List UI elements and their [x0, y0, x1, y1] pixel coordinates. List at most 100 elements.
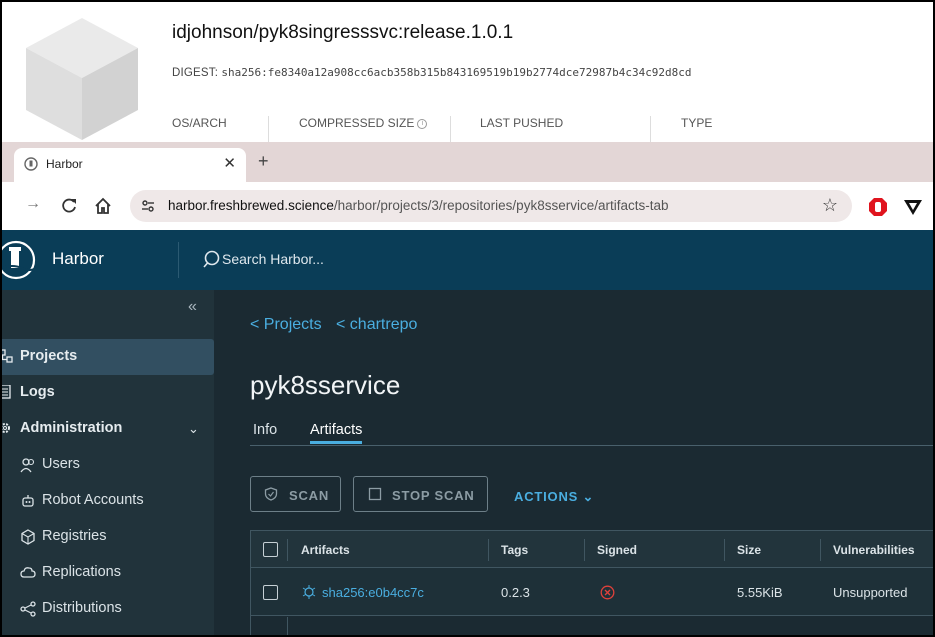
tab-title: Harbor	[46, 157, 83, 171]
sidebar-item-distributions[interactable]: Distributions	[2, 591, 214, 627]
screenshot-frame: idjohnson/pyk8singresssvc:release.1.0.1 …	[0, 0, 935, 637]
meta-divider	[268, 116, 269, 144]
table-header: Artifacts Tags Signed Size Vulnerabiliti…	[251, 531, 933, 568]
column-divider	[820, 539, 821, 561]
meta-compressed-size: COMPRESSED SIZE i	[299, 116, 428, 144]
shield-icon	[264, 487, 278, 501]
users-icon	[20, 458, 35, 473]
search-icon	[203, 250, 220, 268]
sidebar-item-label: Registries	[42, 528, 107, 544]
tab-info[interactable]: Info	[253, 422, 277, 438]
column-divider	[584, 539, 585, 561]
sidebar-item-administration[interactable]: Administration ⌄	[2, 411, 214, 447]
column-header-size[interactable]: Size	[737, 543, 761, 557]
sidebar-item-label: Robot Accounts	[42, 492, 144, 508]
sidebar-item-label: Users	[42, 456, 80, 472]
global-search-input[interactable]: Search Harbor...	[222, 251, 422, 267]
vpn-extension-icon[interactable]	[903, 197, 923, 217]
harbor-logo-icon[interactable]	[2, 238, 40, 282]
sidebar-item-users[interactable]: Users	[2, 447, 214, 483]
digest-label: DIGEST:	[172, 67, 219, 79]
chevron-down-icon[interactable]: ⌄	[188, 421, 199, 437]
info-icon[interactable]: i	[417, 119, 428, 129]
column-divider	[287, 617, 288, 635]
forward-arrow-icon[interactable]: →	[22, 195, 44, 217]
sidebar-item-label: Administration	[20, 420, 123, 436]
stop-scan-button[interactable]: STOP SCAN	[353, 476, 488, 512]
select-all-checkbox[interactable]	[263, 542, 278, 557]
administration-gear-icon	[2, 423, 10, 433]
scan-button-label: SCAN	[289, 488, 330, 503]
artifact-tags: 0.2.3	[501, 585, 530, 600]
column-header-tags[interactable]: Tags	[501, 543, 528, 557]
artifact-meta-row: OS/ARCH COMPRESSED SIZE i LAST PUSHED TYP…	[172, 116, 932, 144]
close-tab-icon[interactable]: ✕	[223, 154, 236, 172]
column-header-signed[interactable]: Signed	[597, 543, 637, 557]
sidebar-item-robot-accounts[interactable]: Robot Accounts	[2, 483, 214, 519]
collapse-sidebar-icon[interactable]: «	[188, 298, 197, 316]
artifact-detail-panel: idjohnson/pyk8singresssvc:release.1.0.1 …	[2, 2, 933, 144]
row-checkbox[interactable]	[263, 585, 278, 600]
helm-chart-icon	[302, 585, 316, 599]
url-path: /harbor/projects/3/repositories/pyk8sser…	[333, 198, 669, 213]
url-text: harbor.freshbrewed.science/harbor/projec…	[168, 198, 668, 213]
sidebar-item-label: Replications	[42, 564, 121, 580]
breadcrumb-projects[interactable]: < Projects	[250, 316, 322, 334]
column-header-vulnerabilities[interactable]: Vulnerabilities	[833, 543, 915, 557]
table-row	[251, 617, 933, 635]
digest-value: sha256:fe8340a12a908cc6acb358b315b843169…	[221, 66, 692, 79]
artifact-digest: DIGEST: sha256:fe8340a12a908cc6acb358b31…	[172, 66, 692, 79]
tab-artifacts[interactable]: Artifacts	[310, 422, 363, 444]
table-row[interactable]: sha256:e0b4cc7c 0.2.3 5.55KiB Unsupporte…	[251, 568, 933, 616]
column-header-artifacts[interactable]: Artifacts	[301, 543, 350, 557]
url-host: harbor.freshbrewed.science	[168, 198, 334, 213]
projects-icon	[2, 349, 13, 363]
harbor-header: Harbor Search Harbor...	[2, 230, 933, 290]
meta-os-arch: OS/ARCH	[172, 116, 227, 130]
breadcrumb-chartrepo[interactable]: < chartrepo	[336, 316, 417, 334]
column-divider	[724, 539, 725, 561]
harbor-body: « Projects Logs Administration ⌄ Users R…	[2, 290, 933, 635]
sidebar: « Projects Logs Administration ⌄ Users R…	[2, 290, 214, 635]
artifacts-table: Artifacts Tags Signed Size Vulnerabiliti…	[250, 530, 933, 635]
meta-divider	[450, 116, 451, 144]
new-tab-icon[interactable]: +	[258, 151, 269, 172]
address-bar[interactable]: harbor.freshbrewed.science/harbor/projec…	[130, 190, 852, 222]
harbor-favicon-icon	[24, 157, 38, 171]
robot-icon	[22, 495, 34, 507]
distributions-share-icon	[20, 601, 36, 617]
header-divider	[178, 242, 179, 278]
registries-icon	[21, 529, 35, 545]
home-icon[interactable]	[92, 195, 114, 217]
unsigned-error-icon	[600, 585, 615, 600]
sidebar-item-logs[interactable]: Logs	[2, 375, 214, 411]
scan-button[interactable]: SCAN	[250, 476, 341, 512]
sidebar-item-label: Logs	[20, 384, 55, 400]
logs-icon	[2, 385, 11, 399]
sidebar-item-replications[interactable]: Replications	[2, 555, 214, 591]
sidebar-item-registries[interactable]: Registries	[2, 519, 214, 555]
artifact-digest-link[interactable]: sha256:e0b4cc7c	[322, 585, 424, 600]
artifact-title: idjohnson/pyk8singresssvc:release.1.0.1	[172, 22, 514, 43]
column-divider	[287, 539, 288, 561]
meta-divider	[650, 116, 651, 144]
sidebar-item-projects[interactable]: Projects	[2, 339, 214, 375]
harbor-brand[interactable]: Harbor	[52, 249, 104, 269]
reload-icon[interactable]	[58, 195, 80, 217]
adblock-extension-icon[interactable]	[868, 197, 888, 217]
meta-compressed-size-label: COMPRESSED SIZE	[299, 116, 415, 130]
bookmark-star-icon[interactable]: ☆	[822, 195, 838, 216]
sidebar-item-label: Projects	[20, 348, 78, 364]
browser-tab-harbor[interactable]: Harbor ✕	[14, 148, 246, 182]
site-settings-icon[interactable]	[140, 198, 156, 214]
meta-type: TYPE	[681, 116, 713, 130]
artifact-vulnerabilities: Unsupported	[833, 585, 908, 600]
page-title: pyk8sservice	[250, 370, 401, 400]
meta-last-pushed: LAST PUSHED	[480, 116, 564, 130]
browser-toolbar: → harbor.freshbrewed.science/harbor/proj…	[2, 182, 933, 230]
replications-cloud-icon	[20, 567, 36, 578]
stop-scan-button-label: STOP SCAN	[392, 488, 475, 503]
actions-dropdown[interactable]: ACTIONS ⌄	[514, 489, 594, 505]
browser-tab-strip: Harbor ✕ +	[2, 142, 933, 182]
main-content: < Projects < chartrepo pyk8sservice Info…	[214, 290, 933, 635]
